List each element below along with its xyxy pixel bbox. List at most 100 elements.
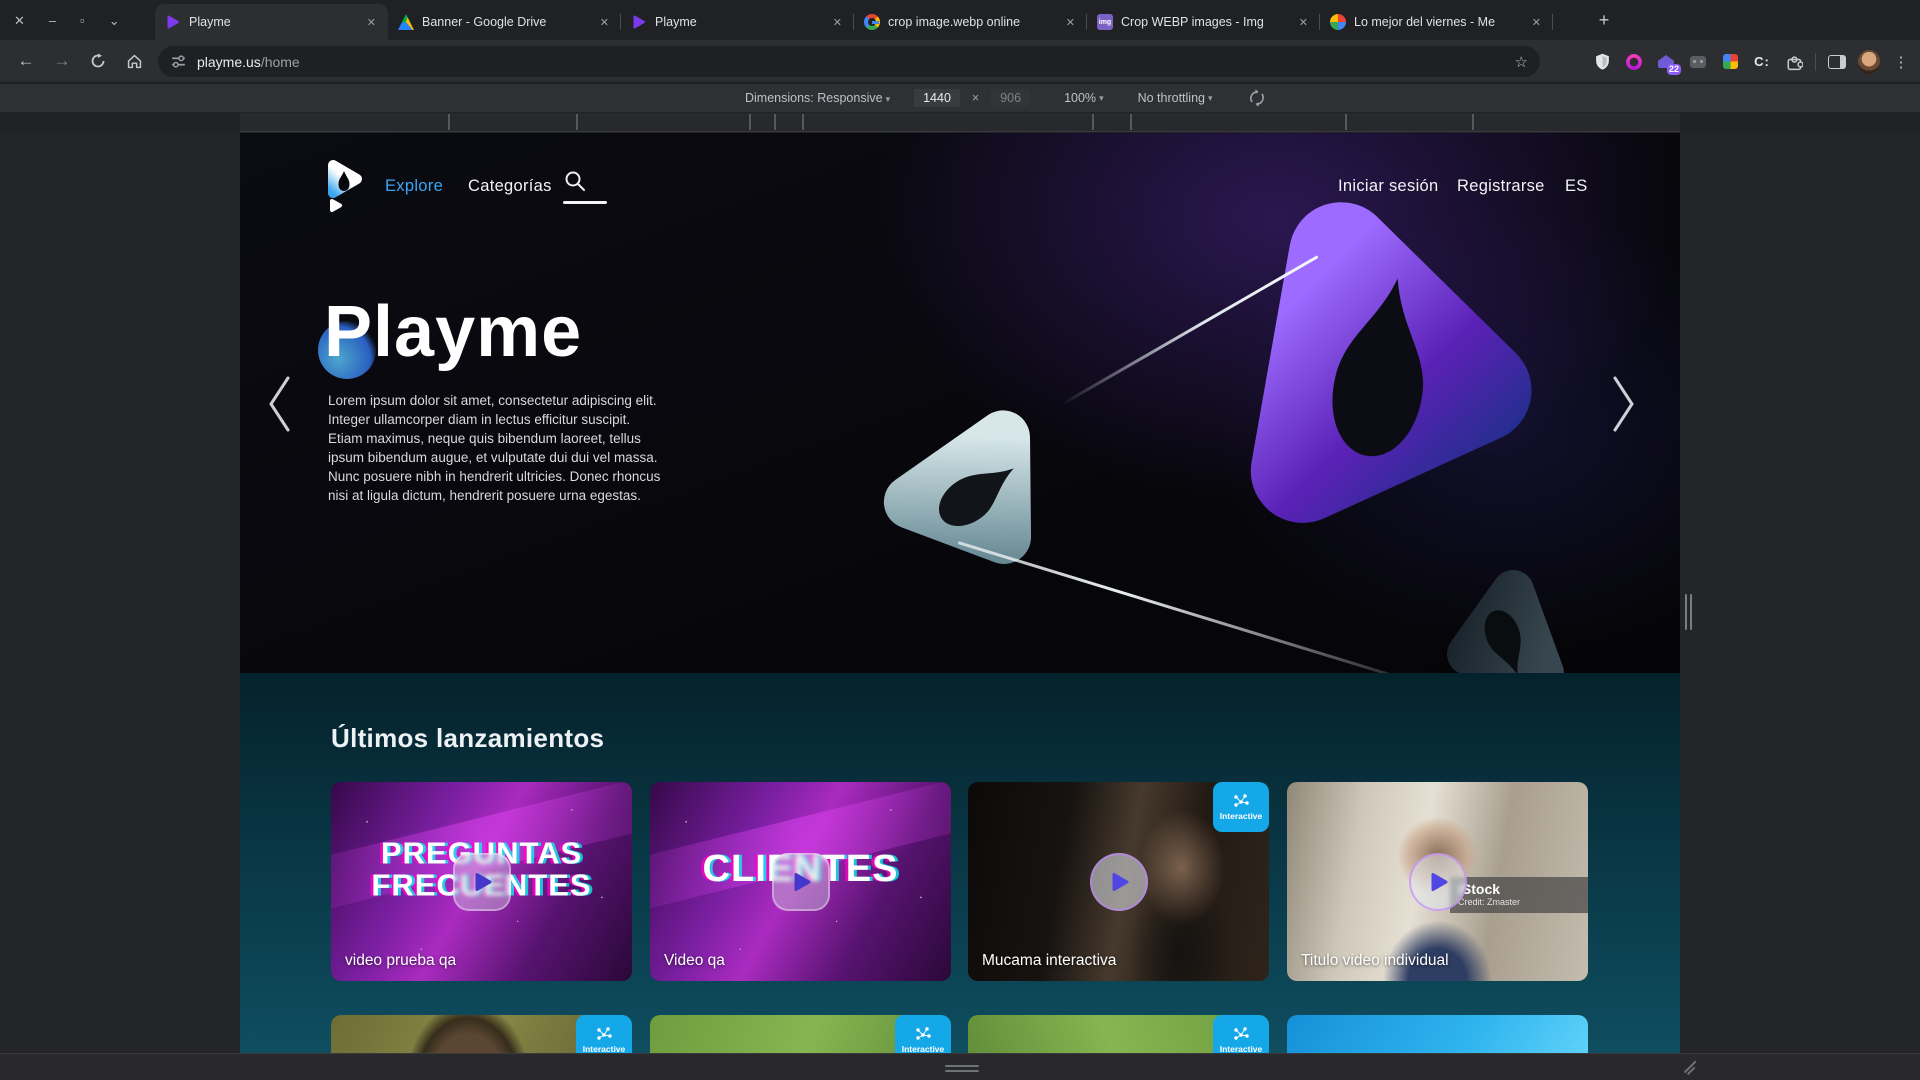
profile-button[interactable] — [1858, 51, 1880, 73]
video-card[interactable]: Interactive Mucama interactiva — [968, 782, 1269, 981]
extensions-menu-button[interactable] — [1783, 51, 1805, 73]
purple-extension[interactable]: 22 — [1655, 51, 1677, 73]
devtools-device-toolbar: Dimensions: Responsive▾ 1440 × 906 100%▾… — [0, 84, 1920, 113]
search-input-underline — [563, 201, 607, 204]
browser-menu-button[interactable]: ⋮ — [1890, 51, 1912, 73]
tab-lo-mejor[interactable]: Lo mejor del viernes - Me ✕ — [1320, 4, 1553, 40]
network-icon — [595, 1026, 613, 1042]
viewport-width-input[interactable]: 1440 — [914, 89, 960, 107]
tab-title: crop image.webp online — [888, 15, 1062, 29]
window-maximize-button[interactable]: ▫ — [80, 14, 85, 27]
shield-icon — [1594, 52, 1611, 71]
tab-close-icon[interactable]: ✕ — [1295, 14, 1312, 31]
throttling-dropdown[interactable]: No throttling▾ — [1138, 91, 1213, 105]
tab-crop-webp[interactable]: img Crop WEBP images - Img ✕ — [1087, 4, 1320, 40]
pink-ring-icon — [1626, 54, 1642, 70]
language-selector[interactable]: ES — [1565, 177, 1588, 196]
playme-favicon-icon — [165, 14, 181, 30]
tab-close-icon[interactable]: ✕ — [1062, 14, 1079, 31]
sign-in-link[interactable]: Iniciar sesión — [1338, 177, 1439, 196]
latest-releases-section: Últimos lanzamientos PREGUNTAS FRECUENTE… — [240, 673, 1680, 1053]
reload-button[interactable] — [84, 47, 112, 75]
video-card[interactable] — [1287, 1015, 1588, 1053]
back-button[interactable]: ← — [12, 47, 40, 75]
new-tab-button[interactable]: + — [1592, 8, 1616, 32]
window-minimize-button[interactable]: – — [49, 14, 56, 27]
window-menu-button[interactable]: ⌄ — [109, 14, 120, 27]
play-icon — [471, 871, 493, 893]
video-card[interactable]: CLIENTES Video qa — [650, 782, 951, 981]
register-link[interactable]: Registrarse — [1457, 177, 1545, 196]
interactive-badge-label: Interactive — [583, 1044, 626, 1053]
tab-title: Banner - Google Drive — [422, 15, 596, 29]
play-button[interactable] — [1090, 853, 1148, 911]
media-query-divider — [1345, 114, 1347, 130]
video-title: video prueba qa — [345, 952, 456, 970]
color-grid-extension[interactable] — [1719, 51, 1741, 73]
toolbar-separator — [1815, 53, 1816, 71]
tab-close-icon[interactable]: ✕ — [363, 14, 380, 31]
network-icon — [1232, 793, 1250, 809]
url-text[interactable]: playme.us/home — [197, 54, 300, 70]
video-card[interactable]: Interactive — [650, 1015, 951, 1053]
nav-explore-link[interactable]: Explore — [385, 177, 443, 196]
video-card[interactable]: Interactive — [331, 1015, 632, 1053]
watermark-credit: Credit: Zmaster — [1458, 897, 1580, 907]
video-card[interactable]: PREGUNTAS FRECUENTES video prueba qa — [331, 782, 632, 981]
tab-close-icon[interactable]: ✕ — [829, 14, 846, 31]
forward-button[interactable]: → — [48, 47, 76, 75]
reload-icon — [90, 53, 106, 69]
tab-title: Crop WEBP images - Img — [1121, 15, 1295, 29]
dimensions-multiply-sign: × — [968, 91, 983, 105]
tab-playme-2[interactable]: Playme ✕ — [621, 4, 854, 40]
site-settings-icon[interactable] — [170, 53, 187, 70]
viewport-height-input[interactable]: 906 — [991, 89, 1030, 107]
adblock-shield-extension[interactable] — [1591, 51, 1613, 73]
home-button[interactable] — [120, 47, 148, 75]
tab-crop-image[interactable]: crop image.webp online ✕ — [854, 4, 1087, 40]
video-card[interactable]: Interactive — [968, 1015, 1269, 1053]
extensions-row: 22 C: ⋮ — [1591, 40, 1912, 83]
playme-logo[interactable] — [325, 159, 365, 218]
video-card[interactable]: iStock Credit: Zmaster Titulo video indi… — [1287, 782, 1588, 981]
media-query-divider — [448, 114, 450, 130]
zoom-value: 100% — [1064, 91, 1096, 105]
chevron-right-icon — [1611, 374, 1637, 434]
colorzilla-extension[interactable]: C: — [1751, 51, 1773, 73]
bookmark-star-icon[interactable]: ☆ — [1515, 53, 1528, 71]
search-field[interactable] — [563, 169, 609, 198]
extension-count-badge: 22 — [1667, 64, 1681, 75]
media-query-divider — [1472, 114, 1474, 130]
nav-categories-link[interactable]: Categorías — [468, 177, 552, 196]
chevron-left-icon — [266, 374, 292, 434]
video-title: Video qa — [664, 952, 725, 970]
side-panel-button[interactable] — [1826, 51, 1848, 73]
tab-google-drive[interactable]: Banner - Google Drive ✕ — [388, 4, 621, 40]
play-icon — [1108, 871, 1130, 893]
media-query-bar[interactable] — [240, 113, 1680, 132]
search-icon[interactable] — [563, 169, 587, 193]
interactive-badge: Interactive — [1213, 782, 1269, 832]
address-bar[interactable]: playme.us/home ☆ — [158, 46, 1540, 77]
play-button[interactable] — [772, 853, 830, 911]
tab-close-icon[interactable]: ✕ — [1528, 14, 1545, 31]
window-close-button[interactable]: ✕ — [14, 14, 25, 27]
play-button[interactable] — [1409, 853, 1467, 911]
tab-title: Playme — [189, 15, 363, 29]
rotate-viewport-button[interactable] — [1247, 88, 1267, 108]
hero-teal-play-shape — [860, 383, 1090, 608]
viewport-horizontal-resize-handle[interactable] — [1685, 594, 1687, 630]
resize-corner-handle[interactable] — [1682, 1060, 1696, 1074]
viewport-vertical-resize-handle[interactable] — [945, 1065, 979, 1067]
browser-toolbar: ← → playme.us/home ☆ — [0, 40, 1920, 83]
tab-close-icon[interactable]: ✕ — [596, 14, 613, 31]
zoom-dropdown[interactable]: 100%▾ — [1064, 91, 1104, 105]
interactive-badge-label: Interactive — [902, 1044, 945, 1053]
robot-extension[interactable] — [1687, 51, 1709, 73]
pink-extension[interactable] — [1623, 51, 1645, 73]
tab-playme-1[interactable]: Playme ✕ — [155, 4, 388, 40]
dimensions-dropdown[interactable]: Dimensions: Responsive▾ — [745, 91, 890, 105]
carousel-next-button[interactable] — [1611, 374, 1637, 439]
play-button[interactable] — [453, 853, 511, 911]
carousel-prev-button[interactable] — [266, 374, 292, 439]
